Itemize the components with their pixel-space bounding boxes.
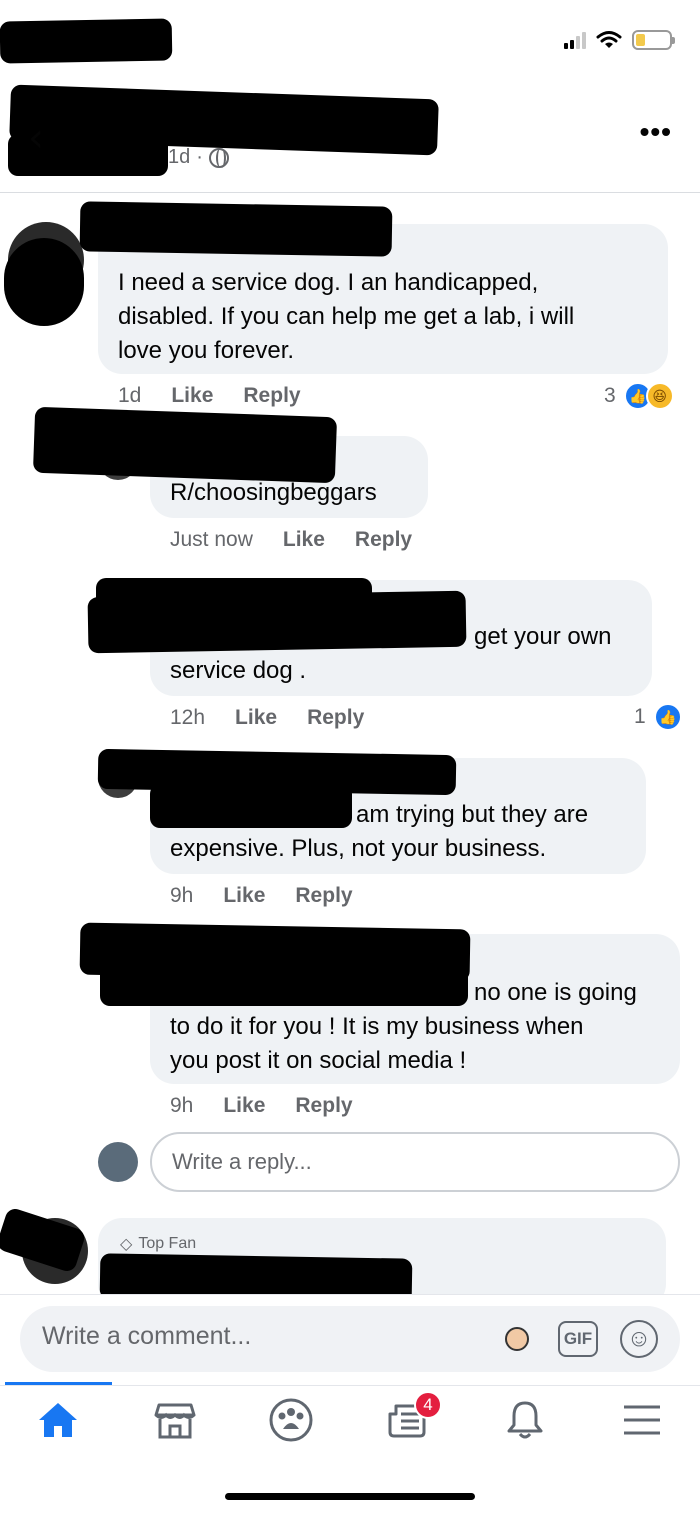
comment-line: am trying but they are: [356, 801, 589, 828]
tab-menu[interactable]: [612, 1396, 672, 1444]
redacted-mention: [150, 784, 352, 828]
redacted-mention: [100, 952, 468, 1006]
more-options-icon[interactable]: •••: [640, 116, 672, 148]
diamond-icon: ◇: [120, 1236, 133, 1253]
user-avatar: [98, 1142, 138, 1182]
comment-meta: 12h Like Reply: [170, 706, 364, 730]
header-divider: [0, 192, 700, 193]
bell-icon: [507, 1401, 543, 1439]
reaction-count: 3: [604, 384, 616, 407]
comment-time: 1d: [118, 384, 142, 407]
redacted-avatar-scribble: [4, 238, 84, 326]
redacted-commenter-name: [32, 406, 338, 484]
reply-input[interactable]: Write a reply...: [150, 1132, 680, 1192]
comment-meta: 9h Like Reply: [170, 1094, 353, 1118]
cellular-signal-icon: [564, 31, 586, 49]
battery-icon: [632, 30, 675, 50]
redacted-time: [0, 18, 173, 64]
globe-icon: [208, 147, 229, 168]
redacted-mention: [87, 590, 467, 654]
comment-line: to do it for you ! It is my business whe…: [170, 1013, 584, 1040]
like-button[interactable]: Like: [283, 528, 325, 552]
comment-placeholder: Write a comment...: [42, 1322, 252, 1350]
reply-button[interactable]: Reply: [355, 528, 412, 552]
gif-button[interactable]: GIF: [558, 1321, 598, 1357]
wifi-icon: [596, 31, 622, 48]
comment-line: no one is going: [474, 979, 637, 1006]
tab-marketplace[interactable]: [145, 1396, 205, 1444]
comment-line: disabled. If you can help me get a lab, …: [118, 303, 575, 330]
menu-icon: [624, 1405, 660, 1435]
redacted-commenter-name: [0, 1206, 87, 1274]
reaction-summary[interactable]: 3 👍 😆: [604, 382, 674, 410]
tab-divider: [0, 1385, 700, 1386]
reaction-count: 1: [634, 705, 646, 728]
reply-placeholder: Write a reply...: [172, 1149, 312, 1174]
reply-button[interactable]: Reply: [295, 1094, 352, 1118]
comment-meta: 9h Like Reply: [170, 884, 353, 908]
reply-button[interactable]: Reply: [307, 706, 364, 730]
top-fan-badge: ◇ Top Fan: [120, 1234, 196, 1254]
groups-icon: [269, 1398, 313, 1442]
home-indicator[interactable]: [225, 1493, 475, 1500]
comment-meta: 1d Like Reply: [118, 384, 301, 408]
like-button[interactable]: Like: [223, 1094, 265, 1118]
comment-line: expensive. Plus, not your business.: [170, 835, 547, 862]
comment-time: 12h: [170, 706, 206, 729]
reply-button[interactable]: Reply: [295, 884, 352, 908]
post-meta: 1d ·: [168, 146, 229, 169]
comment-line: I need a service dog. I an handicapped,: [118, 269, 539, 296]
emoji-icon[interactable]: ☺: [620, 1320, 658, 1358]
composer-divider: [0, 1294, 700, 1295]
tab-notifications[interactable]: [495, 1396, 555, 1444]
post-age: 1d: [168, 146, 191, 168]
marketplace-icon: [154, 1403, 196, 1439]
tab-home[interactable]: [28, 1396, 88, 1444]
like-button[interactable]: Like: [223, 884, 265, 908]
status-icons: [564, 30, 675, 50]
comment-meta: Just now Like Reply: [170, 528, 412, 552]
back-chevron-icon[interactable]: ‹: [28, 118, 44, 158]
like-button[interactable]: Like: [235, 706, 277, 730]
like-button[interactable]: Like: [171, 384, 213, 408]
comment-time: 9h: [170, 1094, 194, 1117]
comment-time: 9h: [170, 884, 194, 907]
home-icon: [39, 1403, 77, 1437]
news-badge: 4: [414, 1391, 442, 1419]
comment-line: service dog .: [170, 657, 307, 684]
haha-reaction-icon: 😆: [645, 382, 674, 410]
redacted-commenter-name: [79, 201, 393, 257]
comment-line: love you forever.: [118, 337, 295, 364]
tab-groups[interactable]: [261, 1396, 321, 1444]
reply-button[interactable]: Reply: [243, 384, 300, 408]
reaction-summary[interactable]: 1 👍: [634, 703, 682, 731]
avatar-sticker-icon[interactable]: [505, 1327, 529, 1351]
comment-line: get your own: [474, 623, 612, 650]
comment-time: Just now: [170, 528, 253, 551]
top-fan-label: Top Fan: [138, 1235, 197, 1252]
like-reaction-icon: 👍: [653, 703, 682, 731]
comment-line: you post it on social media !: [170, 1047, 467, 1074]
